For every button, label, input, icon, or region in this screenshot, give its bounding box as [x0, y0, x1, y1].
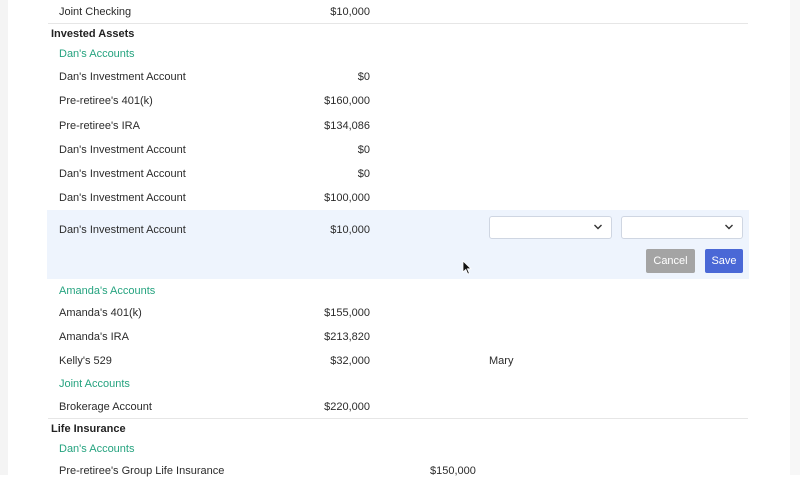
account-row[interactable]: Joint Checking $10,000	[48, 0, 748, 24]
account-value: $220,000	[324, 401, 370, 413]
account-value: $0	[357, 144, 370, 156]
account-row[interactable]: Dan's Investment Account $0	[48, 162, 748, 186]
account-name: Dan's Investment Account	[59, 168, 186, 180]
account-name: Brokerage Account	[59, 401, 152, 413]
divider	[48, 418, 748, 419]
account-row[interactable]: Pre-retiree's Group Life Insurance $150,…	[48, 459, 748, 483]
owner-select[interactable]	[489, 216, 612, 239]
account-row[interactable]: Amanda's IRA $213,820	[48, 325, 748, 349]
chevron-down-icon	[725, 224, 733, 230]
group-title-amandas-accounts: Amanda's Accounts	[59, 285, 156, 297]
account-row[interactable]: Amanda's 401(k) $155,000	[48, 301, 748, 325]
account-list-view: Joint Checking $10,000 Invested Assets D…	[0, 0, 800, 477]
account-name: Pre-retiree's 401(k)	[59, 95, 153, 107]
group-title-dans-accounts: Dan's Accounts	[59, 443, 135, 455]
mouse-pointer-icon	[462, 260, 472, 275]
account-value: $10,000	[330, 224, 370, 236]
account-name: Amanda's 401(k)	[59, 307, 142, 319]
account-value: $0	[357, 71, 370, 83]
account-name: Dan's Investment Account	[59, 192, 186, 204]
account-row[interactable]: Pre-retiree's 401(k) $160,000	[48, 89, 748, 113]
account-name: Amanda's IRA	[59, 331, 129, 343]
account-name: Dan's Investment Account	[59, 144, 186, 156]
account-name: Dan's Investment Account	[59, 71, 186, 83]
scrollbar-track[interactable]	[790, 0, 800, 475]
group-title-joint-accounts: Joint Accounts	[59, 378, 130, 390]
account-value: $160,000	[324, 95, 370, 107]
account-row[interactable]: Dan's Investment Account $100,000	[48, 186, 748, 210]
account-row[interactable]: Pre-retiree's IRA $134,086	[48, 114, 748, 138]
account-row[interactable]: Kelly's 529 $32,000 Mary	[48, 349, 748, 373]
beneficiary-value: Mary	[489, 355, 514, 367]
account-value: $100,000	[324, 192, 370, 204]
account-row[interactable]: Dan's Investment Account $0	[48, 138, 748, 162]
account-value: $0	[357, 168, 370, 180]
account-name: Kelly's 529	[59, 355, 112, 367]
account-value: $155,000	[324, 307, 370, 319]
account-value: $213,820	[324, 331, 370, 343]
divider	[48, 23, 748, 24]
group-title-dans-accounts: Dan's Accounts	[59, 48, 135, 60]
account-name: Joint Checking	[59, 6, 132, 18]
account-name: Pre-retiree's Group Life Insurance	[59, 465, 225, 477]
section-title-life-insurance: Life Insurance	[51, 423, 126, 435]
account-value: $32,000	[330, 355, 370, 367]
account-name: Pre-retiree's IRA	[59, 120, 140, 132]
cancel-button[interactable]: Cancel	[646, 249, 695, 273]
account-value: $10,000	[330, 6, 370, 18]
account-value: $134,086	[324, 120, 370, 132]
account-row[interactable]: Brokerage Account $220,000	[48, 395, 748, 419]
account-name: Dan's Investment Account	[59, 224, 186, 236]
account-value: $150,000	[430, 465, 476, 477]
beneficiary-select[interactable]	[621, 216, 743, 239]
save-button[interactable]: Save	[705, 249, 743, 273]
account-row[interactable]: Dan's Investment Account $0	[48, 65, 748, 89]
chevron-down-icon	[594, 224, 602, 230]
left-gutter	[0, 0, 8, 475]
section-title-invested-assets: Invested Assets	[51, 28, 135, 40]
